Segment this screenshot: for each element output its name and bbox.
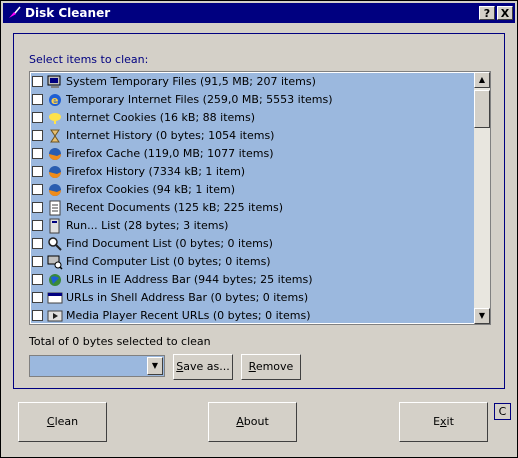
item-checkbox[interactable] xyxy=(32,202,43,213)
list-item[interactable]: Find Document List (0 bytes; 0 items) xyxy=(31,235,474,253)
item-checkbox[interactable] xyxy=(32,130,43,141)
internet-explorer-icon: e xyxy=(49,94,61,107)
hourglass-icon xyxy=(50,129,60,143)
item-label: Internet Cookies (16 kB; 88 items) xyxy=(66,111,256,124)
item-checkbox[interactable] xyxy=(32,166,43,177)
combo-dropdown-button[interactable]: ▼ xyxy=(147,357,163,375)
disk-cleaner-window: Disk Cleaner ? X Select items to clean: … xyxy=(0,0,518,458)
item-checkbox[interactable] xyxy=(32,256,43,267)
item-label: URLs in IE Address Bar (944 bytes; 25 it… xyxy=(66,273,313,286)
help-button[interactable]: ? xyxy=(479,6,495,20)
item-label: Temporary Internet Files (259,0 MB; 5553… xyxy=(66,93,333,106)
firefox-icon xyxy=(49,148,61,160)
computer-icon xyxy=(47,75,61,88)
firefox-icon xyxy=(49,166,61,178)
item-label: Find Computer List (0 bytes; 0 items) xyxy=(66,255,271,268)
item-label: Firefox Cookies (94 kB; 1 item) xyxy=(66,183,236,196)
scroll-thumb[interactable] xyxy=(474,90,490,128)
scroll-down-button[interactable]: ▼ xyxy=(474,308,490,324)
document-icon xyxy=(49,200,61,216)
remove-button[interactable]: Remove xyxy=(241,354,301,380)
item-checkbox[interactable] xyxy=(32,238,43,249)
window-title: Disk Cleaner xyxy=(25,6,111,20)
item-checkbox[interactable] xyxy=(32,112,43,123)
list-item[interactable]: Run... List (28 bytes; 3 items) xyxy=(31,217,474,235)
scroll-up-button[interactable]: ▲ xyxy=(474,72,490,88)
item-checkbox[interactable] xyxy=(32,148,43,159)
find-computer-icon xyxy=(47,255,63,270)
address-bar-icon xyxy=(47,292,63,304)
list-item[interactable]: URLs in Shell Address Bar (0 bytes; 0 it… xyxy=(31,289,474,307)
select-items-label: Select items to clean: xyxy=(29,53,149,66)
list-item[interactable]: Firefox Cache (119,0 MB; 1077 items) xyxy=(31,145,474,163)
media-player-icon xyxy=(47,310,63,322)
item-label: URLs in Shell Address Bar (0 bytes; 0 it… xyxy=(66,291,309,304)
item-label: Find Document List (0 bytes; 0 items) xyxy=(66,237,273,250)
list-items-container: System Temporary Files (91,5 MB; 207 ite… xyxy=(31,73,474,323)
list-item[interactable]: Firefox History (7334 kB; 1 item) xyxy=(31,163,474,181)
title-bar[interactable]: Disk Cleaner ? X xyxy=(3,3,515,23)
broom-app-icon xyxy=(9,6,21,18)
clean-button[interactable]: Clean xyxy=(18,402,107,442)
magnifier-icon xyxy=(48,237,62,251)
item-checkbox[interactable] xyxy=(32,310,43,321)
item-label: Internet History (0 bytes; 1054 items) xyxy=(66,129,275,142)
item-checkbox[interactable] xyxy=(32,94,43,105)
close-button[interactable]: X xyxy=(497,6,513,20)
item-checkbox[interactable] xyxy=(32,76,43,87)
item-checkbox[interactable] xyxy=(32,184,43,195)
list-item[interactable]: System Temporary Files (91,5 MB; 207 ite… xyxy=(31,73,474,91)
globe-icon xyxy=(49,274,61,286)
corner-c-button[interactable]: C xyxy=(494,403,511,420)
list-item[interactable]: e Temporary Internet Files (259,0 MB; 55… xyxy=(31,91,474,109)
item-label: Firefox History (7334 kB; 1 item) xyxy=(66,165,246,178)
list-scrollbar[interactable]: ▲ ▼ xyxy=(474,72,490,324)
item-label: Firefox Cache (119,0 MB; 1077 items) xyxy=(66,147,274,160)
list-item[interactable]: URLs in IE Address Bar (944 bytes; 25 it… xyxy=(31,271,474,289)
item-label: Media Player Recent URLs (0 bytes; 0 ite… xyxy=(66,309,311,322)
item-checkbox[interactable] xyxy=(32,292,43,303)
list-item[interactable]: Internet Cookies (16 kB; 88 items) xyxy=(31,109,474,127)
total-selected-label: Total of 0 bytes selected to clean xyxy=(29,335,211,348)
item-checkbox[interactable] xyxy=(32,274,43,285)
run-icon xyxy=(49,218,60,234)
item-checkbox[interactable] xyxy=(32,220,43,231)
firefox-icon xyxy=(49,184,61,196)
item-label: Run... List (28 bytes; 3 items) xyxy=(66,219,229,232)
cookie-icon xyxy=(49,113,61,124)
clean-items-list[interactable]: System Temporary Files (91,5 MB; 207 ite… xyxy=(29,71,491,325)
about-button[interactable]: About xyxy=(208,402,297,442)
list-item[interactable]: Find Computer List (0 bytes; 0 items) xyxy=(31,253,474,271)
list-item[interactable]: Recent Documents (125 kB; 225 items) xyxy=(31,199,474,217)
item-label: Recent Documents (125 kB; 225 items) xyxy=(66,201,283,214)
svg-text:e: e xyxy=(51,94,58,107)
save-as-button[interactable]: Save as... xyxy=(173,354,233,380)
list-item[interactable]: Internet History (0 bytes; 1054 items) xyxy=(31,127,474,145)
profile-combo[interactable]: ▼ xyxy=(29,355,165,377)
list-item[interactable]: Firefox Cookies (94 kB; 1 item) xyxy=(31,181,474,199)
item-label: System Temporary Files (91,5 MB; 207 ite… xyxy=(66,75,316,88)
exit-button[interactable]: Exit xyxy=(399,402,488,442)
list-item[interactable]: Media Player Recent URLs (0 bytes; 0 ite… xyxy=(31,307,474,323)
